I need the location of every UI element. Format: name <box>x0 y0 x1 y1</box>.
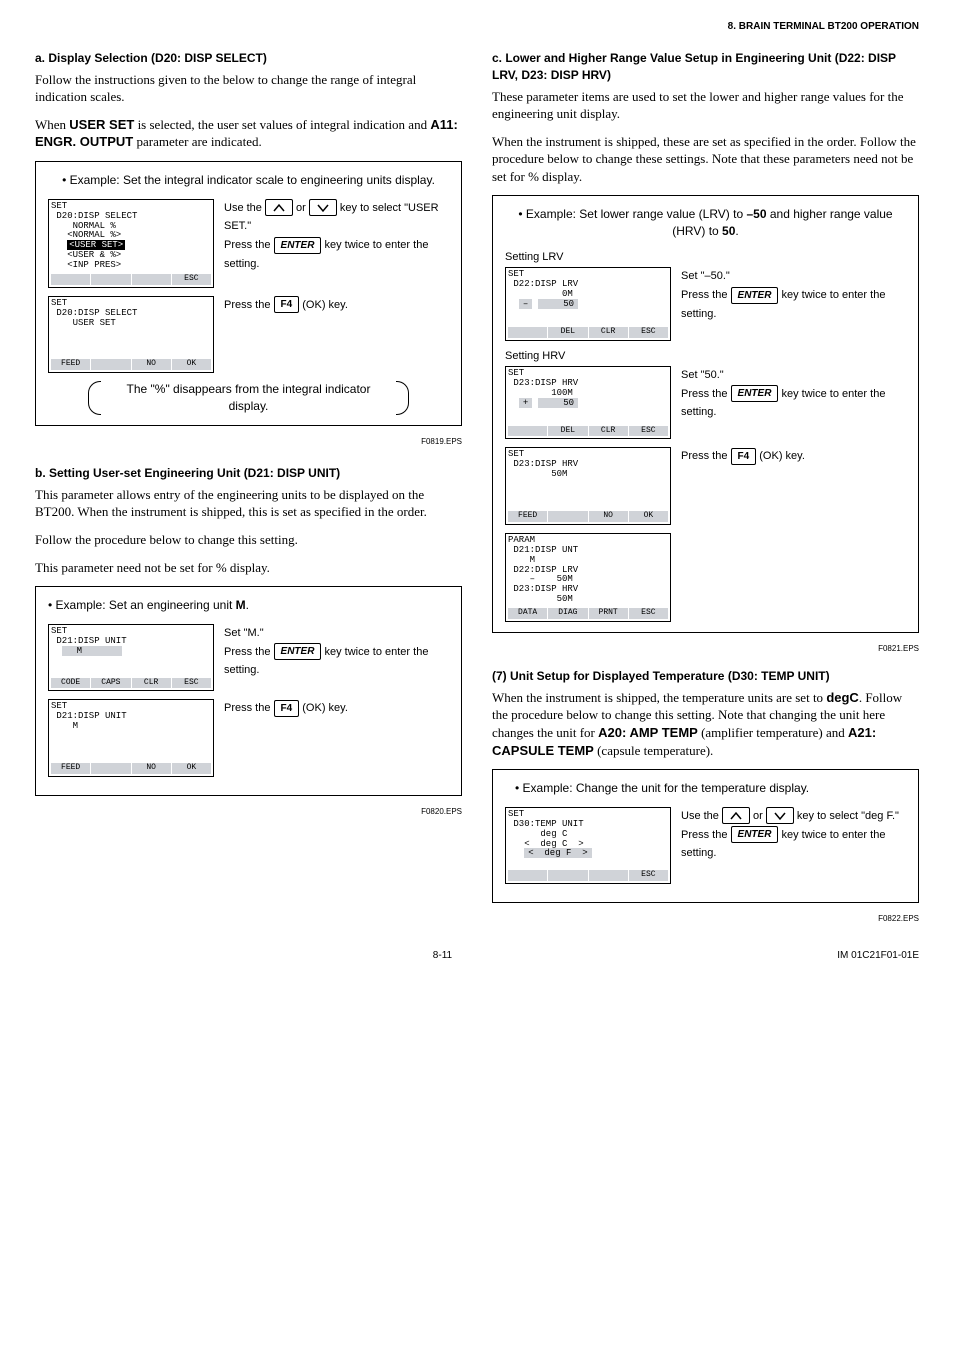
desc-3: Set "M." Press the ENTER key twice to en… <box>224 624 449 680</box>
softkey-ok[interactable]: OK <box>172 359 211 370</box>
f4-key[interactable]: F4 <box>274 700 300 717</box>
softkey-no[interactable]: NO <box>132 359 171 370</box>
softkey-data[interactable]: DATA <box>508 608 547 619</box>
softkey-diag[interactable]: DIAG <box>548 608 587 619</box>
softkey-code[interactable]: CODE <box>51 678 90 689</box>
fig-num-3: F0821.EPS <box>492 643 919 654</box>
right-column: c. Lower and Higher Range Value Setup in… <box>492 42 919 924</box>
lcd-screen-8: PARAM D21:DISP UNT M D22:DISP LRV – 50M … <box>505 533 671 622</box>
example-box-1: • Example: Set the integral indicator sc… <box>35 161 462 426</box>
ex4-title: • Example: Change the unit for the tempe… <box>505 780 906 797</box>
softkey-clr[interactable]: CLR <box>589 327 628 338</box>
softkey-esc[interactable]: ESC <box>172 274 211 285</box>
fig-num-1: F0819.EPS <box>35 436 462 447</box>
desc-9: Use the or key to select "deg F." Press … <box>681 807 906 863</box>
note-bracket: The "%" disappears from the integral ind… <box>88 381 409 415</box>
lcd-screen-3: SET D21:DISP UNIT M CODECAPSCLRESC <box>48 624 214 691</box>
down-key[interactable] <box>309 199 337 216</box>
f4-key[interactable]: F4 <box>731 448 757 465</box>
lcd-screen-7: SET D23:DISP HRV 50M FEEDNOOK <box>505 447 671 524</box>
example-box-3: • Example: Set lower range value (LRV) t… <box>492 195 919 633</box>
section-a-title: a. Display Selection (D20: DISP SELECT) <box>35 50 462 67</box>
b-p1: This parameter allows entry of the engin… <box>35 486 462 521</box>
enter-key[interactable]: ENTER <box>731 826 779 843</box>
softkey-del[interactable]: DEL <box>548 426 587 437</box>
softkey-feed[interactable]: FEED <box>51 359 90 370</box>
lcd-screen-5: SET D22:DISP LRV 0M – 50 DELCLRESC <box>505 267 671 340</box>
softkey-feed[interactable]: FEED <box>51 763 90 774</box>
left-column: a. Display Selection (D20: DISP SELECT) … <box>35 42 462 924</box>
page-header: 8. BRAIN TERMINAL BT200 OPERATION <box>35 20 919 34</box>
softkey-esc[interactable]: ESC <box>172 678 211 689</box>
sub-hrv: Setting HRV <box>505 349 906 364</box>
softkey-del[interactable]: DEL <box>548 327 587 338</box>
sub-lrv: Setting LRV <box>505 250 906 265</box>
b-p3: This parameter need not be set for % dis… <box>35 559 462 577</box>
desc-5: Set "–50." Press the ENTER key twice to … <box>681 267 906 323</box>
softkey-esc[interactable]: ESC <box>629 608 668 619</box>
c-p1: These parameter items are used to set th… <box>492 88 919 123</box>
fig-num-4: F0822.EPS <box>492 913 919 924</box>
section-7-title: (7) Unit Setup for Displayed Temperature… <box>492 668 919 685</box>
page-number: 8-11 <box>433 949 452 963</box>
enter-key[interactable]: ENTER <box>274 237 322 254</box>
enter-key[interactable]: ENTER <box>731 385 779 402</box>
example-box-2: • Example: Set an engineering unit M. SE… <box>35 586 462 796</box>
softkey-ok[interactable]: OK <box>172 763 211 774</box>
up-key[interactable] <box>265 199 293 216</box>
lcd-screen-6: SET D23:DISP HRV 100M + 50 DELCLRESC <box>505 366 671 439</box>
desc-2: Press the F4 (OK) key. <box>224 296 449 315</box>
softkey-feed[interactable]: FEED <box>508 511 547 522</box>
softkey-clr[interactable]: CLR <box>132 678 171 689</box>
softkey-no[interactable]: NO <box>132 763 171 774</box>
ex2-title: • Example: Set an engineering unit M. <box>48 597 449 614</box>
a-p2: When USER SET is selected, the user set … <box>35 116 462 151</box>
lcd-screen-1: SET D20:DISP SELECT NORMAL % <NORMAL %> … <box>48 199 214 288</box>
softkey-esc[interactable]: ESC <box>629 426 668 437</box>
ex3-title: • Example: Set lower range value (LRV) t… <box>505 206 906 240</box>
s7-p1: When the instrument is shipped, the temp… <box>492 689 919 759</box>
lcd-screen-2: SET D20:DISP SELECT USER SET FEEDNOOK <box>48 296 214 373</box>
fig-num-2: F0820.EPS <box>35 806 462 817</box>
softkey-esc[interactable]: ESC <box>629 327 668 338</box>
b-p2: Follow the procedure below to change thi… <box>35 531 462 549</box>
enter-key[interactable]: ENTER <box>731 287 779 304</box>
desc-1: Use the or key to select "USER SET." Pre… <box>224 199 449 274</box>
up-key[interactable] <box>722 807 750 824</box>
example-box-4: • Example: Change the unit for the tempe… <box>492 769 919 903</box>
doc-id: IM 01C21F01-01E <box>837 949 919 963</box>
f4-key[interactable]: F4 <box>274 296 300 313</box>
softkey-caps[interactable]: CAPS <box>91 678 130 689</box>
a-p1: Follow the instructions given to the bel… <box>35 71 462 106</box>
softkey-prnt[interactable]: PRNT <box>589 608 628 619</box>
desc-4: Press the F4 (OK) key. <box>224 699 449 718</box>
enter-key[interactable]: ENTER <box>274 643 322 660</box>
desc-7: Press the F4 (OK) key. <box>681 447 906 466</box>
softkey-esc[interactable]: ESC <box>629 870 668 881</box>
softkey-no[interactable]: NO <box>589 511 628 522</box>
ex1-title: • Example: Set the integral indicator sc… <box>48 172 449 189</box>
lcd-screen-4: SET D21:DISP UNIT M FEEDNOOK <box>48 699 214 776</box>
desc-6: Set "50." Press the ENTER key twice to e… <box>681 366 906 422</box>
softkey-ok[interactable]: OK <box>629 511 668 522</box>
down-key[interactable] <box>766 807 794 824</box>
section-c-title: c. Lower and Higher Range Value Setup in… <box>492 50 919 84</box>
lcd-screen-9: SET D30:TEMP UNIT deg C < deg C > < deg … <box>505 807 671 884</box>
c-p2: When the instrument is shipped, these ar… <box>492 133 919 186</box>
page-footer: 8-11 IM 01C21F01-01E <box>35 949 919 963</box>
section-b-title: b. Setting User-set Engineering Unit (D2… <box>35 465 462 482</box>
softkey-clr[interactable]: CLR <box>589 426 628 437</box>
